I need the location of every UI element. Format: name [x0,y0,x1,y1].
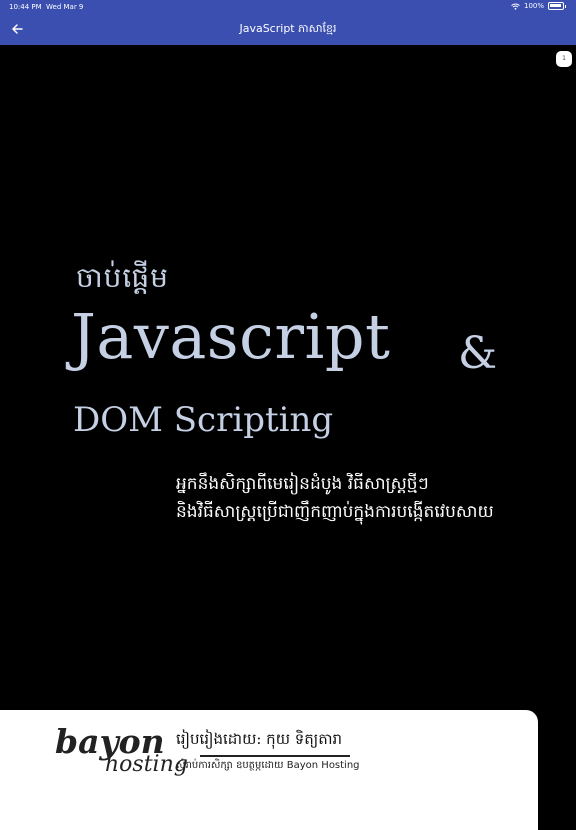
wifi-icon [511,3,520,10]
cover-description-line2: និងវិធីសាស្ត្រប្រើជាញឹកញាប់ក្នុងការបង្កើ… [176,502,494,522]
status-bar: 10:44 PM Wed Mar 9 100% [0,0,576,14]
cover-subtitle: DOM Scripting [73,400,334,440]
battery-percent: 100% [523,2,544,10]
nav-bar: JavaScript ភាសាខ្មែរ [0,14,576,45]
status-right: 100% [511,2,566,10]
battery-tip [565,4,566,8]
cover-footer-card: bayon hosting រៀបរៀងដោយ: កុយ ទិត្យតារា ស… [0,710,538,830]
book-cover-page[interactable]: ចាប់ផ្តើម Javascript & DOM Scripting អ្ន… [0,45,576,830]
cover-ampersand: & [458,328,498,379]
partial-footer-text: សំរាប់ការសិក្សា ឧបត្ថម្ភដោយ Bayon Hostin… [176,760,360,771]
cover-description-line1: អ្នកនឹងសិក្សាពីមេរៀនដំបូង វិធីសាស្ត្រថ្ម… [176,474,429,494]
status-time: 10:44 PM [9,3,42,11]
cover-kh-start: ចាប់ផ្តើម [76,261,169,294]
partial-footer-line: សំរាប់ការសិក្សា ឧបត្ថម្ភដោយ Bayon Hostin… [176,755,360,773]
status-date: Wed Mar 9 [46,3,84,11]
author-line: រៀបរៀងដោយ: កុយ ទិត្យតារា [176,730,343,748]
nav-title: JavaScript ភាសាខ្មែរ [239,22,337,35]
cover-title: Javascript [71,300,391,373]
underline-rule [200,755,350,757]
battery-icon [548,2,564,10]
page-number-badge: 1 [556,51,572,67]
